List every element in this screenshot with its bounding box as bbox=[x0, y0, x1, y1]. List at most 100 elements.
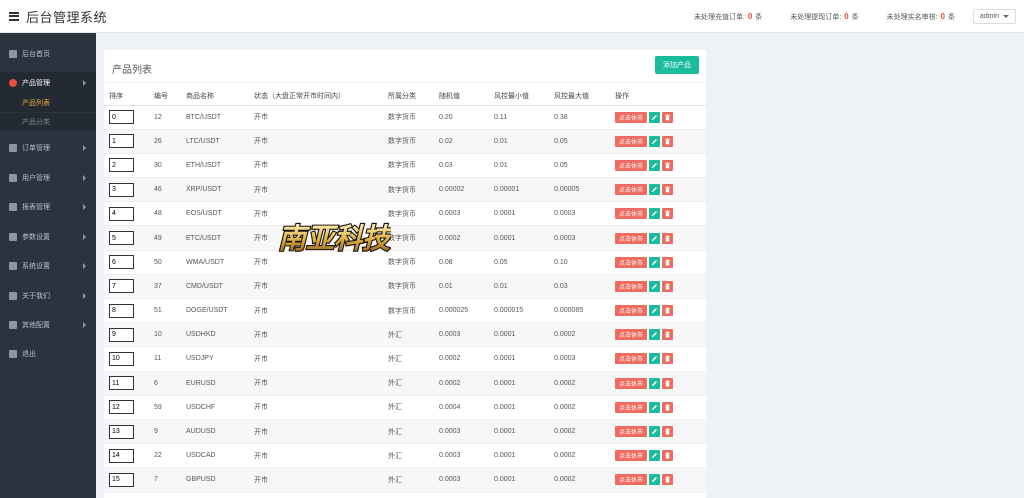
close-market-button[interactable]: 点击休市 bbox=[615, 426, 648, 438]
edit-button[interactable] bbox=[649, 184, 661, 196]
delete-button[interactable] bbox=[662, 474, 674, 486]
sort-input[interactable] bbox=[109, 255, 134, 270]
edit-button[interactable] bbox=[649, 256, 661, 268]
close-market-button[interactable]: 点击休市 bbox=[615, 159, 648, 171]
close-market-button[interactable]: 点击休市 bbox=[615, 353, 648, 365]
row-actions: 点击休市 bbox=[615, 256, 706, 268]
edit-button[interactable] bbox=[649, 474, 661, 486]
sort-input[interactable] bbox=[109, 400, 134, 415]
delete-button[interactable] bbox=[662, 159, 674, 171]
pending-recharge-stat[interactable]: 未处理充值订单: 0 条 bbox=[694, 12, 762, 22]
category-cell: 数字货币 bbox=[388, 201, 439, 227]
sort-input[interactable] bbox=[109, 110, 134, 125]
delete-button[interactable] bbox=[662, 426, 674, 438]
sort-input[interactable] bbox=[109, 182, 134, 197]
row-actions: 点击休市 bbox=[615, 353, 706, 365]
sidebar-item[interactable]: 后台首页 bbox=[0, 43, 96, 65]
min-cell: 0.0001 bbox=[494, 395, 554, 420]
sidebar-subitem[interactable]: 产品分类 bbox=[0, 113, 96, 131]
sidebar-item[interactable]: 参数设置 bbox=[0, 226, 96, 248]
sort-input[interactable] bbox=[109, 327, 134, 342]
sidebar-subitem[interactable]: 产品列表 bbox=[0, 94, 96, 112]
sort-input[interactable] bbox=[109, 279, 134, 294]
id-cell: 10 bbox=[154, 322, 186, 348]
pending-withdraw-stat[interactable]: 未处理提现订单: 0 条 bbox=[790, 12, 858, 22]
close-market-button[interactable]: 点击休市 bbox=[615, 232, 648, 244]
sidebar-item[interactable]: 关于我们 bbox=[0, 285, 96, 307]
close-market-button[interactable]: 点击休市 bbox=[615, 280, 648, 292]
sort-input[interactable] bbox=[109, 158, 134, 173]
delete-button[interactable] bbox=[662, 280, 674, 292]
delete-button[interactable] bbox=[662, 256, 674, 268]
close-market-button[interactable]: 点击休市 bbox=[615, 184, 648, 196]
chevron-right-icon bbox=[83, 80, 86, 86]
close-market-button[interactable]: 点击休市 bbox=[615, 305, 648, 317]
delete-button[interactable] bbox=[662, 329, 674, 341]
delete-button[interactable] bbox=[662, 450, 674, 462]
edit-button[interactable] bbox=[649, 111, 661, 123]
edit-button[interactable] bbox=[649, 135, 661, 147]
sort-input[interactable] bbox=[109, 206, 134, 221]
edit-button[interactable] bbox=[649, 329, 661, 341]
close-market-button[interactable]: 点击休市 bbox=[615, 474, 648, 486]
delete-button[interactable] bbox=[662, 111, 674, 123]
close-market-button[interactable]: 点击休市 bbox=[615, 377, 648, 389]
sidebar-item[interactable]: 用户管理 bbox=[0, 167, 96, 189]
add-product-button[interactable]: 添加产品 bbox=[655, 56, 699, 74]
menu-toggle-icon[interactable] bbox=[9, 11, 19, 21]
edit-button[interactable] bbox=[649, 353, 661, 365]
max-cell: 0.00005 bbox=[554, 177, 615, 203]
delete-button[interactable] bbox=[662, 377, 674, 389]
pencil-icon bbox=[651, 138, 657, 144]
row-actions: 点击休市 bbox=[615, 474, 706, 486]
delete-button[interactable] bbox=[662, 184, 674, 196]
edit-button[interactable] bbox=[649, 159, 661, 171]
sort-input[interactable] bbox=[109, 376, 134, 391]
close-market-button[interactable]: 点击休市 bbox=[615, 450, 648, 462]
close-market-button[interactable]: 点击休市 bbox=[615, 256, 648, 268]
edit-button[interactable] bbox=[649, 377, 661, 389]
status-cell: 开市 bbox=[254, 395, 388, 420]
sort-input[interactable] bbox=[109, 231, 134, 246]
delete-button[interactable] bbox=[662, 305, 674, 317]
sort-input[interactable] bbox=[109, 448, 134, 463]
sort-cell bbox=[104, 177, 154, 203]
sidebar-item[interactable]: 退出 bbox=[0, 343, 96, 365]
close-market-button[interactable]: 点击休市 bbox=[615, 208, 648, 220]
sidebar-item[interactable]: 系统设置 bbox=[0, 255, 96, 277]
edit-button[interactable] bbox=[649, 426, 661, 438]
sort-input[interactable] bbox=[109, 351, 134, 366]
delete-button[interactable] bbox=[662, 401, 674, 413]
sidebar-item[interactable]: 订单管理 bbox=[0, 137, 96, 159]
row-actions: 点击休市 bbox=[615, 208, 706, 220]
edit-button[interactable] bbox=[649, 305, 661, 317]
row-actions: 点击休市 bbox=[615, 450, 706, 462]
edit-button[interactable] bbox=[649, 450, 661, 462]
sidebar-item[interactable]: 报表管理 bbox=[0, 196, 96, 218]
delete-button[interactable] bbox=[662, 232, 674, 244]
edit-button[interactable] bbox=[649, 232, 661, 244]
close-market-button[interactable]: 点击休市 bbox=[615, 329, 648, 341]
user-menu-dropdown[interactable]: admin bbox=[972, 9, 1016, 24]
sort-cell bbox=[104, 201, 154, 227]
close-market-button[interactable]: 点击休市 bbox=[615, 401, 648, 413]
id-cell: 7 bbox=[154, 467, 186, 493]
sort-input[interactable] bbox=[109, 303, 134, 318]
edit-button[interactable] bbox=[649, 401, 661, 413]
delete-button[interactable] bbox=[662, 208, 674, 220]
close-market-button[interactable]: 点击休市 bbox=[615, 135, 648, 147]
edit-button[interactable] bbox=[649, 280, 661, 292]
sidebar-item[interactable]: 其他配置 bbox=[0, 314, 96, 336]
pending-verification-stat[interactable]: 未处理实名审核: 0 条 bbox=[887, 12, 955, 22]
sort-input[interactable] bbox=[109, 424, 134, 439]
delete-button[interactable] bbox=[662, 353, 674, 365]
row-actions: 点击休市 bbox=[615, 426, 706, 438]
sort-input[interactable] bbox=[109, 134, 134, 149]
sidebar-item[interactable]: 产品管理 bbox=[0, 72, 96, 94]
delete-button[interactable] bbox=[662, 135, 674, 147]
product-list-panel: 产品列表 添加产品 排序 编号 商品名称 状态（大盘正常开市时间内） 所属分类 … bbox=[104, 50, 706, 498]
edit-button[interactable] bbox=[649, 208, 661, 220]
close-market-button[interactable]: 点击休市 bbox=[615, 111, 648, 123]
sort-input[interactable] bbox=[109, 472, 134, 487]
sidebar-item-label: 产品管理 bbox=[22, 80, 50, 87]
